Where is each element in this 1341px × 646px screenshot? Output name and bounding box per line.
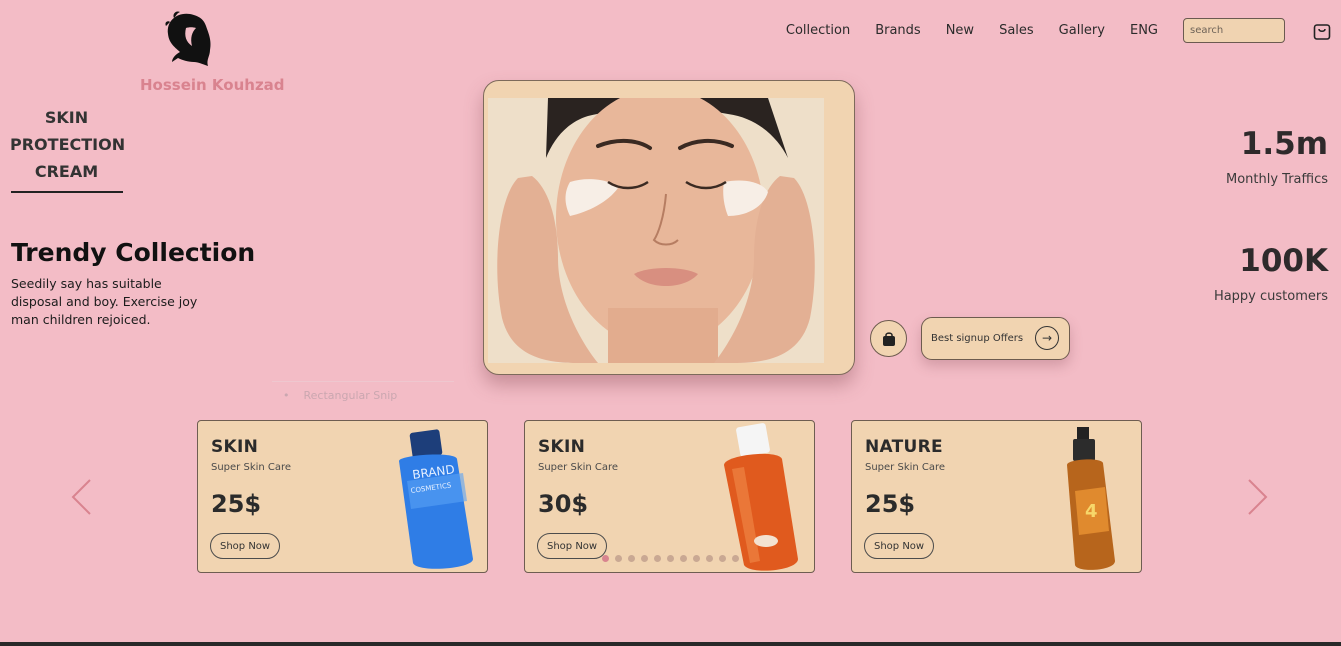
product-title: SKIN (538, 437, 586, 457)
stat-label: Monthly Traffics (1225, 172, 1328, 187)
snip-label: Rectangular Snip (303, 389, 398, 402)
shop-now-button[interactable]: Shop Now (210, 533, 281, 559)
product-card: SKIN Super Skin Care 30$ Shop Now (524, 420, 815, 573)
stat-value: 100K (1239, 243, 1328, 279)
product-subtitle: Super Skin Care (211, 462, 292, 473)
carousel-dot[interactable] (654, 555, 661, 562)
carousel-dots (602, 555, 739, 562)
product-subtitle: Super Skin Care (865, 462, 946, 473)
nav-gallery[interactable]: Gallery (1059, 23, 1105, 38)
product-price: 25$ (211, 490, 262, 518)
svg-text:4: 4 (1085, 501, 1098, 522)
blue-bottle-icon: BRAND COSMETICS (399, 429, 473, 569)
product-title: NATURE (865, 437, 943, 457)
snip-tooltip: • Rectangular Snip (272, 381, 454, 409)
brand-name[interactable]: Hossein Kouhzad (140, 76, 285, 94)
carousel-dot[interactable] (667, 555, 674, 562)
product-price: 30$ (538, 490, 589, 518)
product-card: SKIN Super Skin Care 25$ Shop Now BRAND … (197, 420, 488, 573)
carousel-dot[interactable] (732, 555, 739, 562)
bottom-bar (0, 642, 1341, 646)
collection-description: Seedily say has suitable disposal and bo… (11, 276, 198, 327)
brand-logo-icon[interactable] (160, 8, 216, 66)
carousel-dot[interactable] (680, 555, 687, 562)
product-title: SKIN (211, 437, 259, 457)
shop-now-button[interactable]: Shop Now (864, 533, 935, 559)
product-card: NATURE Super Skin Care 25$ Shop Now 4 (851, 420, 1142, 573)
arrow-right-icon: → (1035, 326, 1059, 350)
bag-icon (882, 331, 895, 346)
nav-brands[interactable]: Brands (875, 23, 921, 38)
main-nav: Collection Brands New Sales Gallery ENG (786, 23, 1158, 38)
amber-spray-icon: 4 (1067, 427, 1115, 570)
side-title-underline (11, 191, 123, 193)
product-price: 25$ (865, 490, 916, 518)
signup-offers-button[interactable]: Best signup Offers → (921, 317, 1070, 360)
stat-value: 1.5m (1240, 126, 1328, 162)
nav-new[interactable]: New (946, 23, 974, 38)
orange-bottle-icon (724, 423, 798, 571)
shopping-bag-icon[interactable] (1312, 21, 1332, 41)
carousel-next-icon[interactable] (1243, 477, 1271, 517)
carousel-dot[interactable] (706, 555, 713, 562)
shop-now-button[interactable]: Shop Now (537, 533, 608, 559)
hero-image-card (483, 80, 855, 375)
carousel-dot[interactable] (602, 555, 609, 562)
bullet-icon: • (283, 389, 290, 402)
stat-label: Happy customers (1213, 289, 1328, 304)
signup-offers-label: Best signup Offers (931, 333, 1024, 344)
carousel-dot[interactable] (641, 555, 648, 562)
carousel-dot[interactable] (628, 555, 635, 562)
carousel-dot[interactable] (615, 555, 622, 562)
bag-button[interactable] (870, 320, 907, 357)
carousel-dot[interactable] (693, 555, 700, 562)
carousel-prev-icon[interactable] (68, 477, 96, 517)
carousel-dot[interactable] (719, 555, 726, 562)
nav-collection[interactable]: Collection (786, 23, 850, 38)
search-input[interactable] (1183, 18, 1285, 43)
nav-language[interactable]: ENG (1130, 23, 1158, 38)
product-subtitle: Super Skin Care (538, 462, 619, 473)
side-title: SKIN PROTECTION CREAM (10, 108, 126, 181)
nav-sales[interactable]: Sales (999, 23, 1034, 38)
hero-face-image (488, 98, 824, 363)
collection-heading: Trendy Collection (11, 238, 256, 267)
